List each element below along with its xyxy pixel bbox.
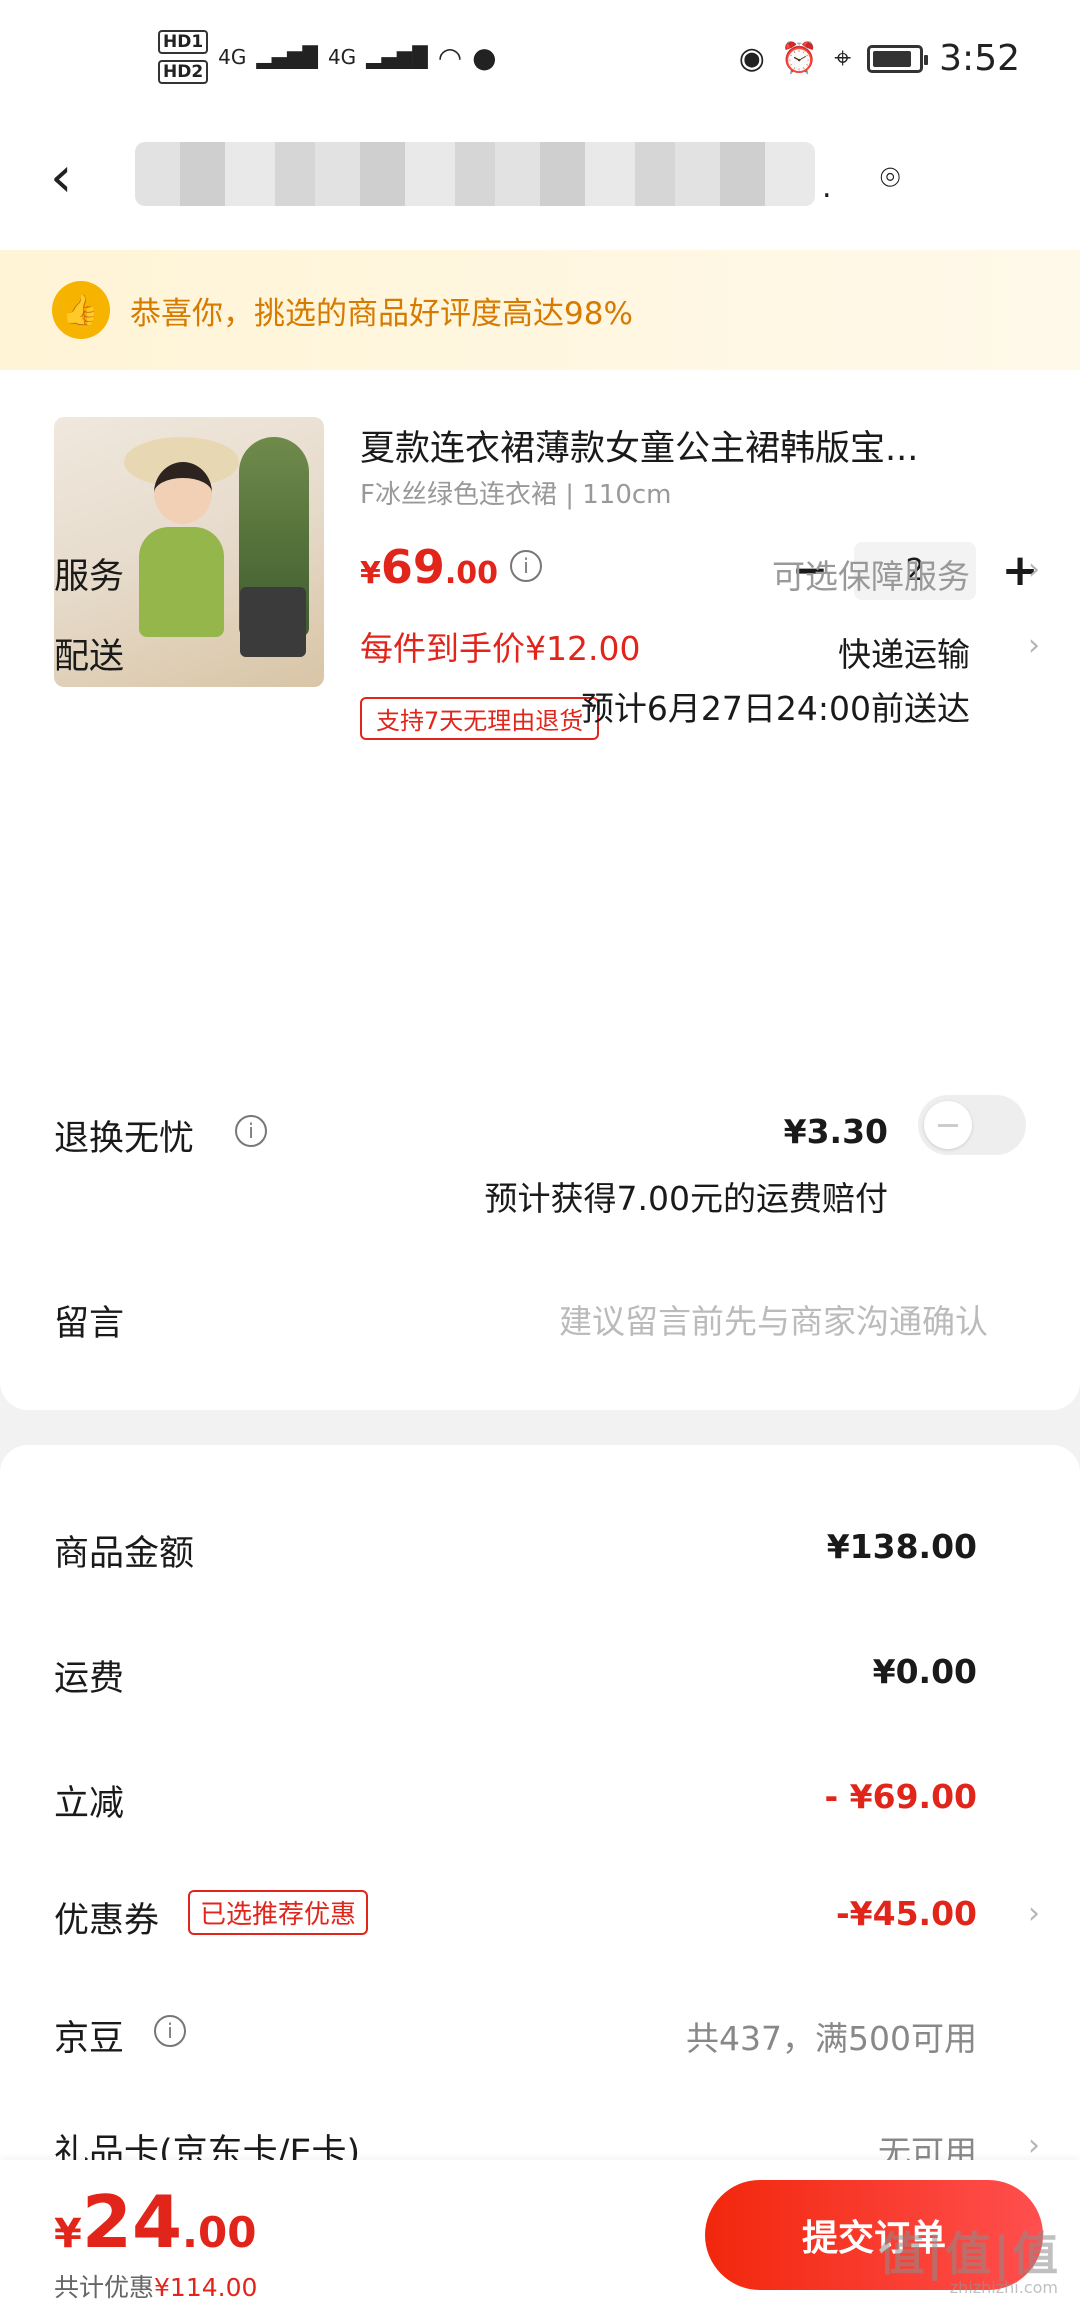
- watermark-url: zhizhizhi.com: [949, 2278, 1058, 2297]
- total-dec: .00: [182, 2208, 257, 2257]
- wifi-icon: ◠: [437, 40, 463, 74]
- goods-amount-value: ¥138.00: [826, 1527, 977, 1566]
- status-bar: HD1 HD2 4G ▂▄▆█ 4G ▂▄▆█ ◠ ● ◉ ⏰ ⌖ 3:52: [0, 0, 1080, 120]
- coupon-tag[interactable]: 已选推荐优惠: [188, 1890, 369, 1935]
- signal-2-icon: ▂▄▆█: [366, 45, 428, 69]
- signal-1-icon: ▂▄▆█: [256, 45, 318, 69]
- praise-banner: 👍 恭喜你，挑选的商品好评度高达98%: [0, 250, 1080, 370]
- total-discount: 共计优惠¥114.00: [54, 2268, 257, 2304]
- discount-prefix: 共计优惠: [54, 2273, 155, 2302]
- hd1-badge: HD1: [158, 30, 209, 54]
- thumbs-up-icon: 👍: [52, 281, 110, 339]
- reduce-label: 立减: [54, 1784, 125, 1824]
- coupon-label: 优惠券: [54, 1901, 160, 1941]
- image-dress: [139, 527, 224, 637]
- status-left: HD1 HD2 4G ▂▄▆█ 4G ▂▄▆█ ◠ ●: [158, 30, 497, 84]
- shipping-label: 运费: [54, 1659, 125, 1699]
- location-pin-icon[interactable]: ⌾: [880, 158, 900, 198]
- product-title[interactable]: 夏款连衣裙薄款女童公主裙韩版宝...: [360, 420, 980, 471]
- delivery-eta: 预计6月27日24:00前送达: [580, 689, 970, 728]
- checkout-bar: ¥24.00 共计优惠¥114.00 提交订单 值|值|值 zhizhizhi.…: [0, 2160, 1080, 2310]
- battery-icon: [867, 44, 929, 73]
- eye-icon: ◉: [738, 41, 765, 76]
- price-int: 69: [380, 540, 445, 594]
- back-icon[interactable]: ‹: [50, 150, 72, 206]
- coupon-value[interactable]: -¥45.00: [836, 1894, 977, 1933]
- reduce-value: - ¥69.00: [824, 1777, 977, 1816]
- return-label: 退换无忧: [54, 1119, 195, 1159]
- signal-2-label: 4G: [327, 45, 357, 69]
- price-info-icon[interactable]: i: [510, 550, 542, 582]
- address-tail: .: [822, 170, 832, 205]
- goods-amount-label: 商品金额: [54, 1534, 195, 1574]
- service-chevron-icon[interactable]: ›: [1028, 552, 1040, 587]
- address-blurred[interactable]: [135, 142, 815, 206]
- return-price: ¥3.30: [783, 1112, 888, 1151]
- product-sku: F冰丝绿色连衣裙 | 110cm: [360, 480, 672, 510]
- price-dec: .00: [444, 556, 499, 591]
- service-label: 服务: [54, 557, 125, 597]
- shipping-value: ¥0.00: [872, 1652, 977, 1691]
- product-price: ¥69.00: [360, 540, 498, 594]
- image-child: [154, 462, 212, 524]
- total-price: ¥24.00: [54, 2180, 256, 2264]
- signal-1-label: 4G: [218, 45, 247, 69]
- nav-bar: ‹ . ⌾: [0, 120, 1080, 250]
- clock: 3:52: [939, 38, 1020, 79]
- service-value[interactable]: 可选保障服务: [772, 550, 970, 598]
- message-label: 留言: [54, 1304, 125, 1344]
- return-info-icon[interactable]: i: [235, 1115, 267, 1147]
- delivery-value[interactable]: 快递运输: [838, 628, 970, 676]
- hd2-badge: HD2: [158, 60, 209, 84]
- coupon-chevron-icon[interactable]: ›: [1028, 1896, 1040, 1931]
- return-desc: 预计获得7.00元的运费赔付: [484, 1179, 888, 1218]
- order-item-card: 夏款连衣裙薄款女童公主裙韩版宝... F冰丝绿色连衣裙 | 110cm ¥69.…: [0, 370, 1080, 1410]
- hd-badges: HD1 HD2: [158, 30, 209, 84]
- watermark-logo: 值|值|值: [878, 2227, 1060, 2281]
- jingdou-value: 共437，满500可用: [686, 2019, 977, 2058]
- jingdou-info-icon[interactable]: i: [154, 2015, 186, 2047]
- delivery-label: 配送: [54, 637, 125, 677]
- status-right: ◉ ⏰ ⌖ 3:52: [739, 38, 1020, 79]
- giftcard-chevron-icon[interactable]: ›: [1028, 2128, 1040, 2163]
- discount-value: ¥114.00: [154, 2273, 258, 2302]
- price-symbol: ¥: [360, 556, 381, 591]
- location-icon: ⌖: [834, 41, 852, 76]
- total-int: 24: [81, 2180, 183, 2264]
- return-policy-tag: 支持7天无理由退货: [360, 697, 600, 740]
- return-toggle[interactable]: [918, 1095, 1026, 1155]
- banner-text: 恭喜你，挑选的商品好评度高达98%: [130, 295, 633, 332]
- qq-icon: ●: [472, 40, 497, 74]
- per-item-price: 每件到手价¥12.00: [360, 629, 641, 668]
- delivery-chevron-icon[interactable]: ›: [1028, 628, 1040, 663]
- jingdou-label: 京豆: [54, 2019, 125, 2059]
- message-input[interactable]: 建议留言前先与商家沟通确认: [559, 1295, 988, 1343]
- total-symbol: ¥: [54, 2211, 82, 2257]
- alarm-icon: ⏰: [780, 41, 819, 76]
- image-pot: [240, 587, 306, 657]
